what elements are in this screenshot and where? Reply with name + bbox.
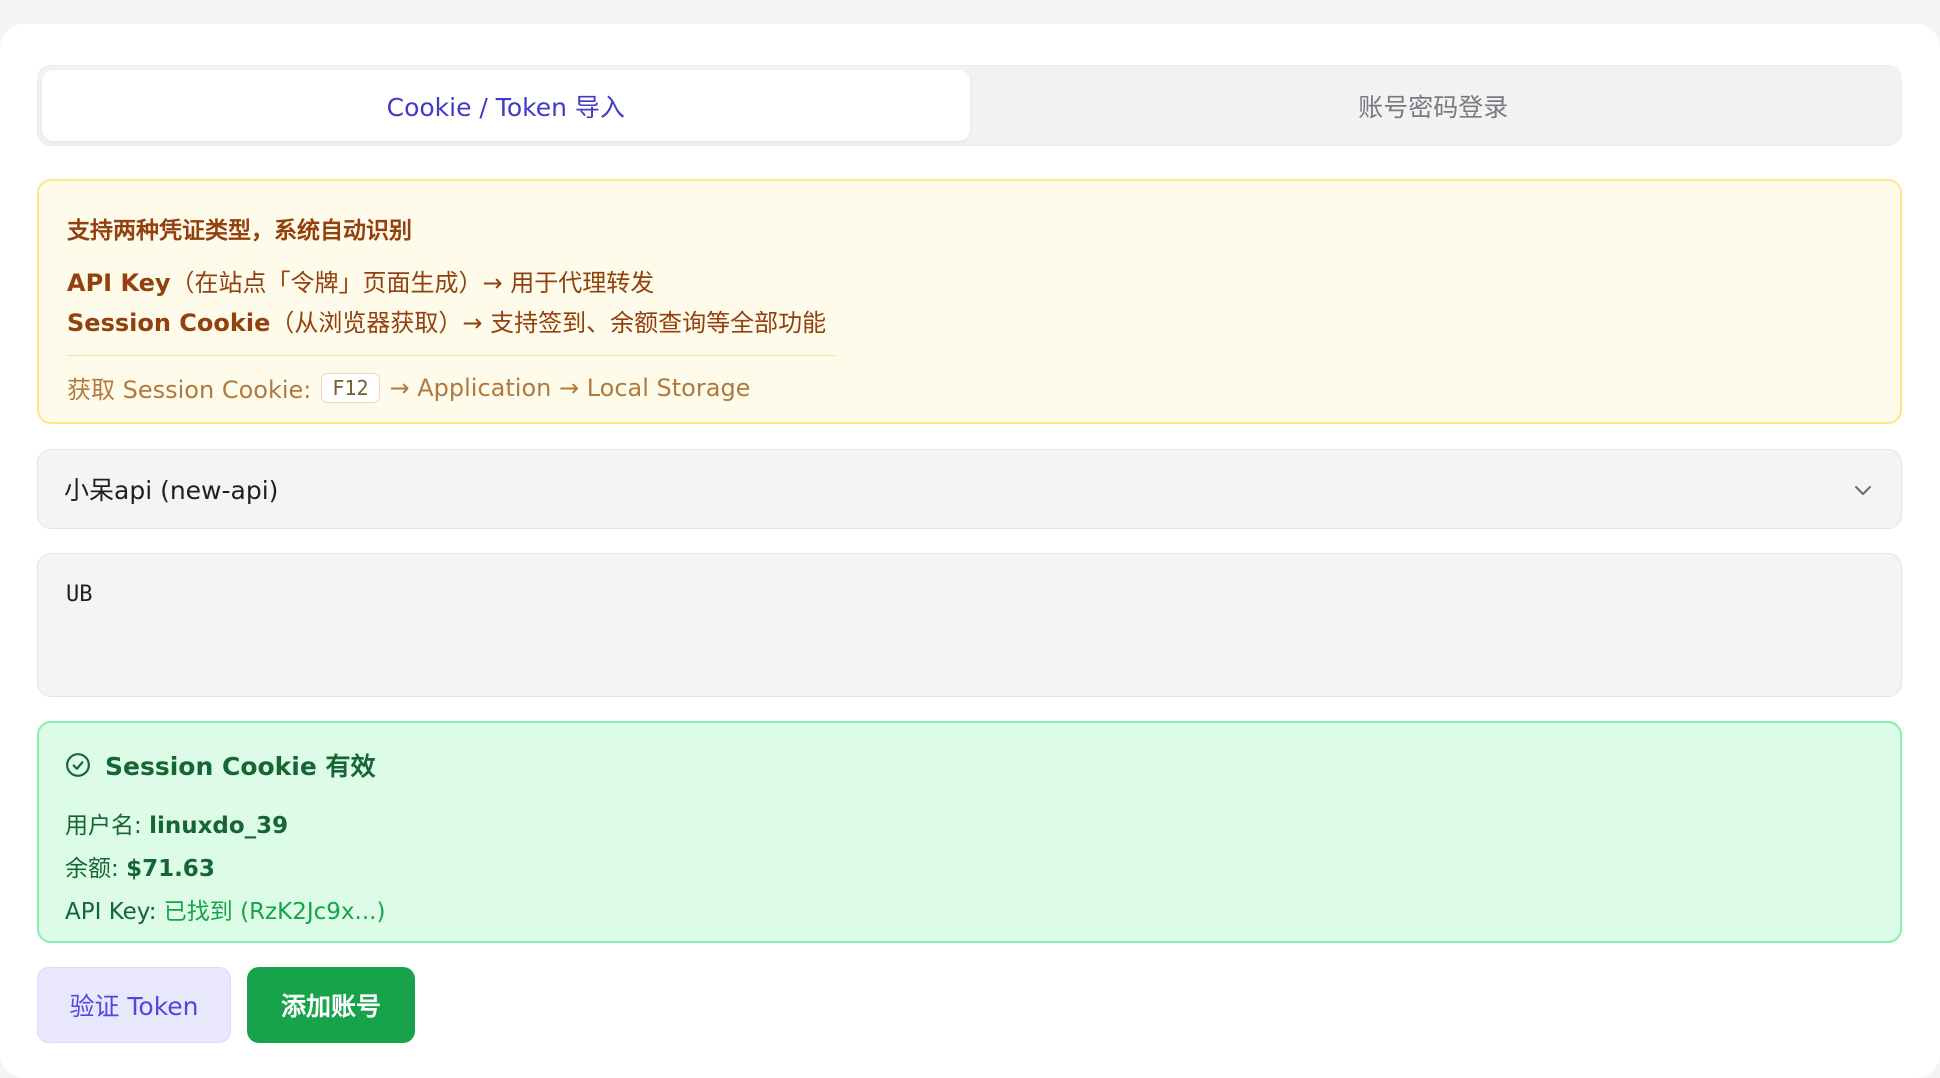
result-title-row: Session Cookie 有效	[65, 747, 1874, 783]
tab-cookie-token[interactable]: Cookie / Token 导入	[42, 70, 970, 141]
apikey-label: API Key:	[65, 899, 157, 925]
f12-key: F12	[321, 372, 380, 403]
validation-result: Session Cookie 有效 用户名: linuxdo_39 余额: $7…	[37, 721, 1902, 943]
username-value: linuxdo_39	[149, 813, 289, 839]
site-select-value: 小呆api (new-api)	[64, 476, 279, 505]
result-username-row: 用户名: linuxdo_39	[65, 805, 1874, 848]
notice-hint: 获取 Session Cookie: F12 → Application → L…	[67, 370, 1872, 405]
balance-value: $71.63	[126, 856, 215, 882]
check-circle-icon	[66, 753, 90, 777]
credential-notice: 支持两种凭证类型，系统自动识别 API Key（在站点「令牌」页面生成）→ 用于…	[37, 179, 1902, 424]
notice-api-key-line: API Key（在站点「令牌」页面生成）→ 用于代理转发	[67, 263, 1872, 303]
notice-api-key-label: API Key	[67, 269, 171, 297]
notice-session-desc: （从浏览器获取）→ 支持签到、余额查询等全部功能	[270, 309, 827, 337]
hint-suffix: → Application → Local Storage	[389, 373, 751, 402]
balance-label: 余额:	[65, 856, 119, 882]
username-label: 用户名:	[65, 813, 142, 839]
add-account-button[interactable]: 添加账号	[247, 967, 415, 1043]
notice-session-line: Session Cookie（从浏览器获取）→ 支持签到、余额查询等全部功能	[67, 303, 1872, 343]
apikey-value: 已找到 (RzK2Jc9x...)	[163, 899, 386, 925]
result-title: Session Cookie 有效	[105, 752, 376, 781]
tab-bar: Cookie / Token 导入 账号密码登录	[37, 65, 1902, 146]
verify-token-button[interactable]: 验证 Token	[37, 967, 231, 1043]
chevron-down-icon	[1855, 486, 1871, 495]
notice-title: 支持两种凭证类型，系统自动识别	[67, 218, 412, 244]
result-balance-row: 余额: $71.63	[65, 848, 1874, 891]
site-select[interactable]: 小呆api (new-api)	[37, 449, 1902, 529]
tab-password-login[interactable]: 账号密码登录	[970, 70, 1898, 141]
token-input[interactable]: UB	[37, 553, 1902, 697]
notice-divider	[67, 355, 835, 356]
hint-prefix: 获取 Session Cookie:	[67, 376, 312, 404]
notice-session-label: Session Cookie	[67, 309, 271, 337]
notice-api-key-desc: （在站点「令牌」页面生成）→ 用于代理转发	[170, 269, 655, 297]
token-input-value: UB	[66, 582, 93, 607]
result-apikey-row: API Key: 已找到 (RzK2Jc9x...)	[65, 891, 1874, 934]
